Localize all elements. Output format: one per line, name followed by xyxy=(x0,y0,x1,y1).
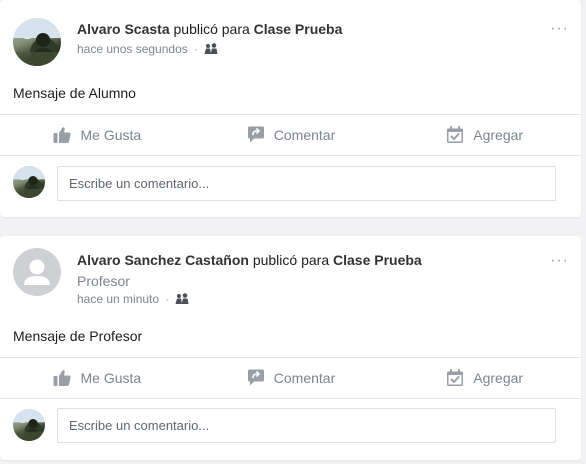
post-time[interactable]: hace un minuto xyxy=(77,292,159,306)
more-options-icon[interactable]: ··· xyxy=(550,20,569,38)
post-target[interactable]: Clase Prueba xyxy=(254,21,343,37)
post-header: Alvaro Sanchez Castañon publicó para Cla… xyxy=(77,252,422,268)
more-options-icon[interactable]: ··· xyxy=(550,252,569,270)
post-meta: hace unos segundos · xyxy=(77,42,218,56)
meta-separator: · xyxy=(193,42,198,56)
author-role: Profesor xyxy=(77,273,130,289)
author-name[interactable]: Alvaro Scasta xyxy=(77,21,170,37)
add-button[interactable]: Agregar xyxy=(387,358,581,398)
post-actions: Me Gusta Comentar Agregar xyxy=(0,115,581,155)
author-avatar[interactable] xyxy=(13,248,61,296)
author-avatar[interactable] xyxy=(13,18,61,66)
post-card: Alvaro Sanchez Castañon publicó para Cla… xyxy=(0,236,581,460)
comment-button[interactable]: Comentar xyxy=(194,115,388,155)
like-label: Me Gusta xyxy=(80,370,142,386)
calendar-check-icon xyxy=(447,369,464,386)
thumbs-up-icon xyxy=(53,127,72,143)
post-actions: Me Gusta Comentar Agregar xyxy=(0,358,581,398)
post-message: Mensaje de Alumno xyxy=(13,85,136,101)
group-icon xyxy=(204,43,218,54)
add-label: Agregar xyxy=(473,370,524,386)
post-card: Alvaro Scasta publicó para Clase Prueba … xyxy=(0,0,581,217)
like-label: Me Gusta xyxy=(80,127,142,143)
post-header: Alvaro Scasta publicó para Clase Prueba xyxy=(77,21,342,37)
like-button[interactable]: Me Gusta xyxy=(0,358,194,398)
thumbs-up-icon xyxy=(53,370,72,386)
group-icon xyxy=(175,293,189,304)
default-user-icon xyxy=(24,259,50,285)
add-button[interactable]: Agregar xyxy=(387,115,581,155)
add-label: Agregar xyxy=(473,127,524,143)
post-verb: publicó para xyxy=(252,252,330,268)
meta-separator: · xyxy=(165,292,170,306)
like-button[interactable]: Me Gusta xyxy=(0,115,194,155)
current-user-avatar xyxy=(13,409,45,441)
post-message: Mensaje de Profesor xyxy=(13,328,143,344)
divider xyxy=(0,155,581,156)
comment-label: Comentar xyxy=(273,127,336,143)
divider xyxy=(0,398,581,399)
comment-label: Comentar xyxy=(273,370,336,386)
comment-input[interactable] xyxy=(57,408,556,443)
speech-bubble-icon xyxy=(247,126,264,143)
comment-input[interactable] xyxy=(57,166,556,201)
current-user-avatar xyxy=(13,166,45,198)
post-verb: publicó para xyxy=(173,21,250,37)
post-target[interactable]: Clase Prueba xyxy=(333,252,422,268)
calendar-check-icon xyxy=(447,126,464,143)
post-time[interactable]: hace unos segundos xyxy=(77,42,188,56)
author-name[interactable]: Alvaro Sanchez Castañon xyxy=(77,252,249,268)
comment-button[interactable]: Comentar xyxy=(194,358,388,398)
post-meta: hace un minuto · xyxy=(77,292,189,306)
speech-bubble-icon xyxy=(247,369,264,386)
